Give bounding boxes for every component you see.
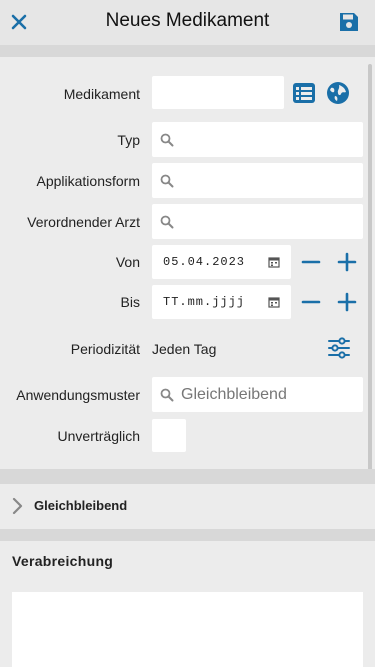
verabreichung-panel: Verabreichung xyxy=(0,541,375,667)
medikament-label: Medikament xyxy=(63,86,140,102)
divider xyxy=(0,45,375,57)
search-icon xyxy=(160,174,174,187)
bis-date-input[interactable]: TT.mm.jjjj xyxy=(152,285,291,319)
minus-icon[interactable] xyxy=(299,250,323,274)
plus-icon[interactable] xyxy=(335,290,359,314)
page-title: Neues Medikament xyxy=(105,10,270,31)
arzt-label: Verordnender Arzt xyxy=(27,214,140,230)
minus-icon[interactable] xyxy=(299,290,323,314)
search-icon xyxy=(160,388,174,401)
divider xyxy=(0,469,375,484)
divider xyxy=(0,529,375,541)
save-icon[interactable] xyxy=(337,10,361,34)
arzt-input[interactable] xyxy=(152,204,363,239)
periodizitaet-value: Jeden Tag xyxy=(152,341,217,357)
scrollbar[interactable] xyxy=(368,64,372,520)
unvertraeglich-checkbox[interactable] xyxy=(152,419,186,452)
list-icon[interactable] xyxy=(292,81,316,105)
chevron-right-icon xyxy=(12,497,23,515)
von-date-value: 05.04.2023 xyxy=(163,255,246,269)
bis-date-value: TT.mm.jjjj xyxy=(163,295,246,309)
typ-input[interactable] xyxy=(152,122,363,157)
header: Neues Medikament xyxy=(0,0,375,45)
verabreichung-heading: Verabreichung xyxy=(12,553,114,569)
anwendungsmuster-input[interactable]: Gleichbleibend xyxy=(152,377,363,412)
medikament-input[interactable] xyxy=(152,76,284,109)
globe-icon[interactable] xyxy=(326,81,350,105)
plus-icon[interactable] xyxy=(335,250,359,274)
unvertraeglich-label: Unverträglich xyxy=(57,428,140,444)
periodizitaet-label: Periodizität xyxy=(70,341,140,357)
search-icon xyxy=(160,215,174,228)
sliders-icon[interactable] xyxy=(327,336,351,360)
search-icon xyxy=(160,133,174,146)
calendar-icon[interactable] xyxy=(268,256,280,268)
verabreichung-content[interactable] xyxy=(12,592,363,667)
typ-label: Typ xyxy=(117,132,140,148)
applikationsform-input[interactable] xyxy=(152,163,363,198)
anwendungsmuster-label: Anwendungsmuster xyxy=(16,387,140,403)
von-label: Von xyxy=(115,254,140,270)
von-date-input[interactable]: 05.04.2023 xyxy=(152,245,291,279)
section-label: Gleichbleibend xyxy=(34,498,128,513)
applikationsform-label: Applikationsform xyxy=(36,173,141,189)
anwendungsmuster-placeholder: Gleichbleibend xyxy=(181,385,287,403)
gleichbleibend-section-header[interactable]: Gleichbleibend xyxy=(0,484,375,529)
bis-label: Bis xyxy=(120,294,140,310)
calendar-icon[interactable] xyxy=(268,296,280,308)
